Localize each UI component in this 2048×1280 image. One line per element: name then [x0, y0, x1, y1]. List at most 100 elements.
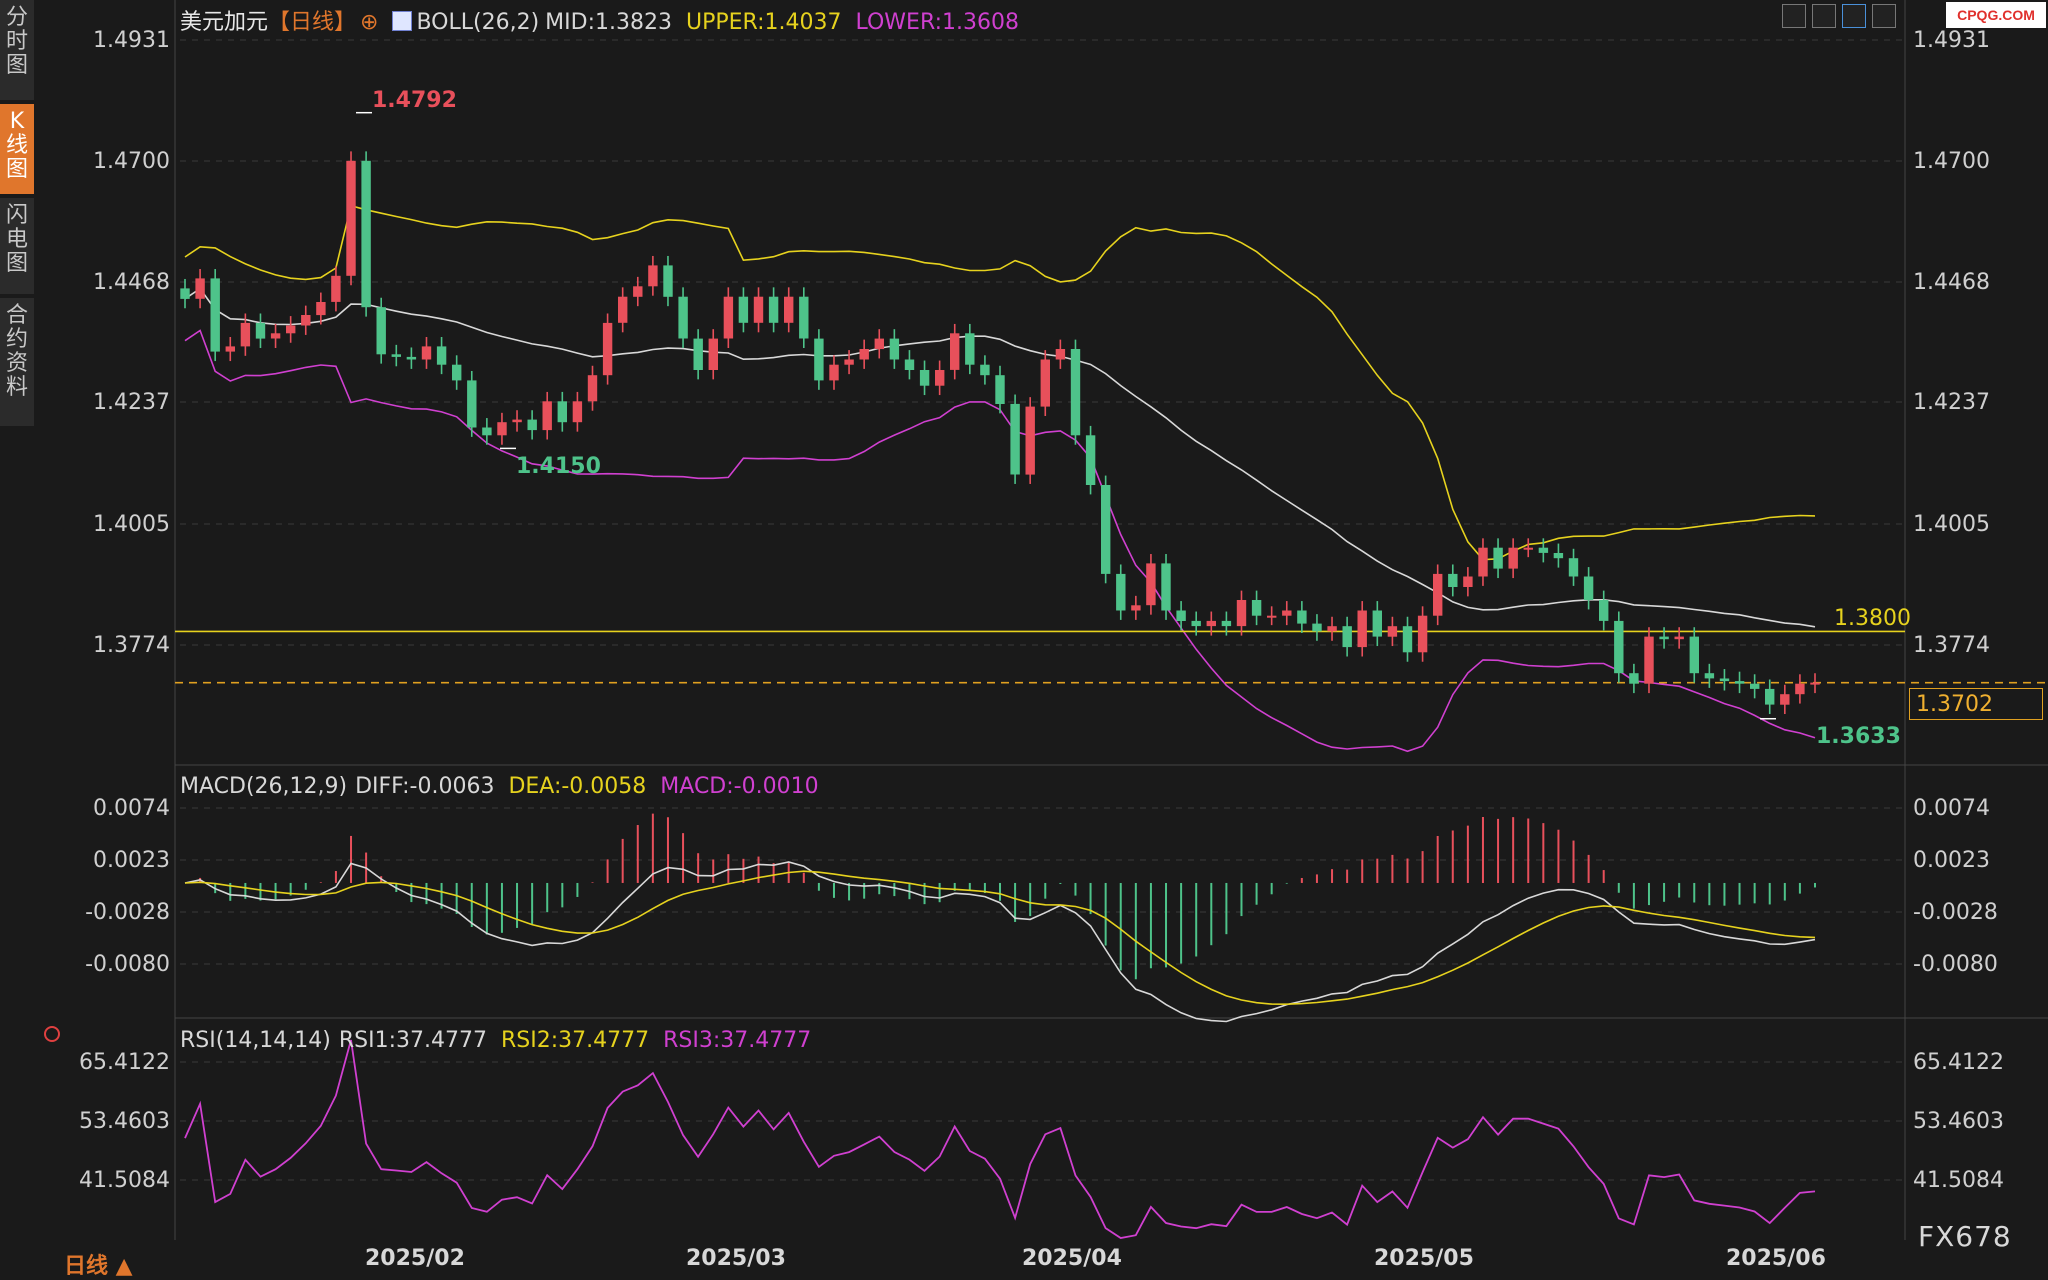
candle-body — [346, 160, 356, 276]
candle-body — [1040, 359, 1050, 407]
candle-body — [180, 288, 190, 299]
crosshair-tool-icon[interactable] — [1782, 4, 1806, 28]
candle-body — [301, 315, 311, 326]
low-price-label-1: 1.4150 — [516, 454, 601, 479]
candle-body — [648, 265, 658, 287]
rsi-line — [184, 1039, 1816, 1239]
candle-body — [1629, 673, 1639, 684]
candle-body — [255, 322, 266, 339]
candle-body — [844, 359, 854, 365]
candle-body — [1131, 605, 1141, 611]
candle-body — [406, 356, 417, 360]
draw-tool-icon[interactable] — [1842, 4, 1866, 28]
current-price-box: 1.3702 — [1909, 688, 2043, 720]
rsi1-value: RSI1:37.4777 — [338, 1028, 487, 1053]
rsi-tick: 41.5084 — [1913, 1168, 2004, 1193]
price-tick: 1.3774 — [1913, 633, 1990, 658]
candle-body — [1191, 620, 1201, 627]
hline-price-label: 1.3800 — [1834, 606, 1911, 631]
candle-body — [678, 296, 688, 339]
macd-tick: 0.0023 — [1913, 848, 1990, 873]
site-logo: CPQG.COM — [1946, 2, 2046, 28]
candle-body — [1478, 547, 1488, 577]
tab-contract-info[interactable]: 合约资料 — [0, 298, 34, 426]
candle-body — [980, 364, 990, 376]
tab-time-chart[interactable]: 分时图 — [0, 0, 34, 100]
symbol-name: 美元加元 — [180, 10, 269, 35]
macd-tick: 0.0074 — [1913, 796, 1990, 821]
candle-body — [1417, 615, 1428, 653]
macd-label: MACD(26,12,9) — [180, 774, 348, 799]
macd-tick: 0.0074 — [93, 796, 170, 821]
rsi-tick: 53.4603 — [1913, 1109, 2004, 1134]
boll-lower: LOWER:1.3608 — [855, 10, 1019, 35]
candle-body — [497, 422, 507, 436]
boll-label: BOLL(26,2) — [416, 10, 540, 35]
candle-body — [799, 296, 809, 339]
candle-body — [814, 338, 824, 381]
candle-body — [1568, 558, 1579, 577]
settings-icon[interactable]: ⊕ — [360, 10, 378, 35]
period-selector-button[interactable]: 日线 ▲ — [64, 1248, 133, 1280]
candle-body — [1402, 626, 1413, 653]
candle-body — [618, 296, 628, 323]
candle-body — [316, 302, 326, 316]
rsi-tick: 53.4603 — [79, 1109, 170, 1134]
candle-body — [753, 296, 764, 323]
candle-body — [557, 401, 567, 423]
candle-body — [1463, 576, 1473, 587]
rsi-tick: 41.5084 — [79, 1168, 170, 1193]
date-tick: 2025/02 — [365, 1246, 465, 1271]
candle-body — [1146, 563, 1156, 606]
candle-body — [1433, 573, 1443, 616]
candle-body — [587, 375, 598, 402]
price-tick: 1.4468 — [93, 270, 170, 295]
price-tick: 1.4005 — [93, 512, 170, 537]
rsi-tick: 65.4122 — [79, 1050, 170, 1075]
candle-body — [1734, 681, 1745, 684]
candle-body — [421, 346, 432, 360]
candle-body — [1010, 403, 1020, 475]
candle-body — [1508, 547, 1518, 569]
macd-value: MACD:-0.0010 — [660, 774, 819, 799]
candle-body — [1599, 600, 1609, 621]
forward-tool-icon[interactable] — [1872, 4, 1896, 28]
indicator-icon[interactable] — [392, 11, 413, 31]
rsi-label: RSI(14,14,14) — [180, 1028, 331, 1053]
candle-body — [527, 419, 537, 431]
main-header: 美元加元【日线】 ⊕ BOLL(26,2) MID:1.3823 UPPER:1.403… — [180, 4, 1033, 36]
price-tick: 1.4005 — [1913, 512, 1990, 537]
grid-tool-icon[interactable] — [1812, 4, 1836, 28]
candle-body — [1448, 573, 1458, 587]
macd-tick: -0.0028 — [1913, 900, 1998, 925]
candle-body — [904, 359, 915, 370]
candle-body — [1206, 620, 1216, 627]
candle-body — [467, 380, 477, 428]
price-tick: 1.4468 — [1913, 270, 1990, 295]
candle-body — [210, 278, 220, 352]
candle-body — [1795, 683, 1805, 695]
candle-body — [935, 370, 945, 386]
candle-body — [768, 296, 779, 323]
tab-kline-chart[interactable]: K线图 — [0, 104, 34, 194]
candle-body — [693, 338, 703, 370]
price-tick: 1.4931 — [1913, 28, 1990, 53]
candle-body — [240, 322, 251, 347]
rsi-settings-icon[interactable] — [44, 1026, 60, 1042]
candle-body — [1267, 615, 1277, 618]
date-tick: 2025/04 — [1022, 1246, 1122, 1271]
candle-body — [436, 346, 447, 365]
macd-tick: 0.0023 — [93, 848, 170, 873]
high-price-label: 1.4792 — [372, 88, 457, 113]
candle-body — [1538, 547, 1549, 553]
rsi2-value: RSI2:37.4777 — [501, 1028, 650, 1053]
candle-body — [1221, 620, 1232, 627]
candle-body — [1583, 576, 1594, 600]
price-tick: 1.4237 — [93, 390, 170, 415]
price-tick: 1.3774 — [93, 633, 170, 658]
candle-body — [1674, 636, 1684, 640]
chart-canvas[interactable] — [0, 0, 2048, 1275]
tab-contract-info-label: 合约资料 — [5, 303, 28, 400]
tab-flash-chart[interactable]: 闪电图 — [0, 198, 34, 294]
candle-body — [1085, 435, 1096, 485]
